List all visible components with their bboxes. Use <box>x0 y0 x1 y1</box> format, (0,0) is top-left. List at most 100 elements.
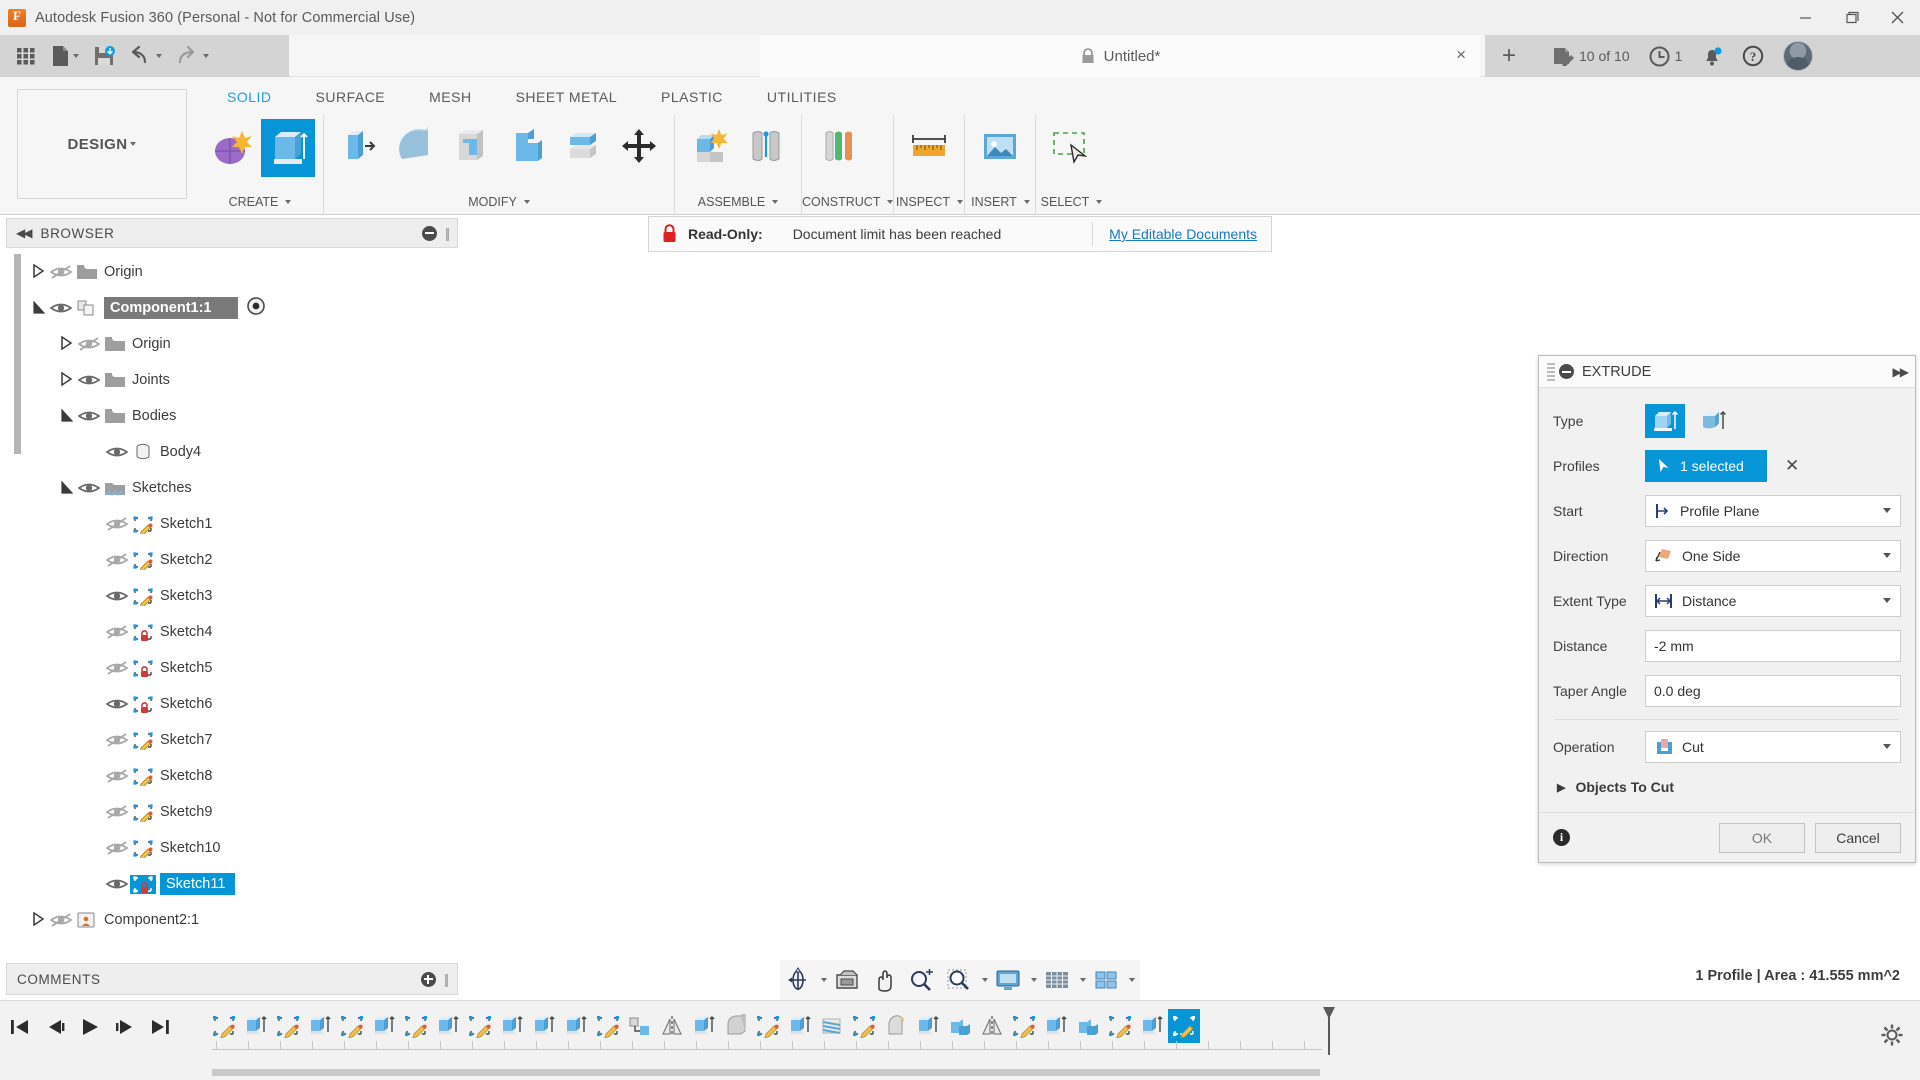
tab-surface[interactable]: SURFACE <box>294 83 408 111</box>
visibility-off-icon[interactable] <box>48 264 74 280</box>
browser-node-joints[interactable]: Joints <box>6 362 316 398</box>
timeline-feature-mirror[interactable] <box>976 1009 1008 1043</box>
timeline-feature-sketch[interactable] <box>1008 1009 1040 1043</box>
tree-expander-collapsed-icon[interactable] <box>28 263 48 281</box>
timeline-feature-mirror[interactable] <box>656 1009 688 1043</box>
create-sketch-icon[interactable] <box>205 119 259 177</box>
browser-node-sketch2[interactable]: Sketch2 <box>6 542 316 578</box>
timeline-feature-extrude[interactable] <box>496 1009 528 1043</box>
browser-node-sketches[interactable]: Sketches <box>6 470 316 506</box>
pan-icon[interactable] <box>867 962 901 998</box>
visibility-off-icon[interactable] <box>104 840 130 856</box>
tab-solid[interactable]: SOLID <box>205 83 294 111</box>
visibility-off-icon[interactable] <box>48 912 74 928</box>
visibility-off-icon[interactable] <box>104 732 130 748</box>
dimension-input-box[interactable]: ••• <box>642 694 851 726</box>
visibility-off-icon[interactable] <box>104 516 130 532</box>
browser-node-sketch7[interactable]: Sketch7 <box>6 722 316 758</box>
activate-component-radio[interactable] <box>246 296 266 320</box>
timeline-go-to-end-button[interactable] <box>148 1015 172 1044</box>
tab-utilities[interactable]: UTILITIES <box>745 83 859 111</box>
timeline-feature-sketch[interactable] <box>848 1009 880 1043</box>
visibility-off-icon[interactable] <box>104 768 130 784</box>
timeline-settings-gear-icon[interactable] <box>1880 1023 1904 1052</box>
timeline-feature-extrude[interactable] <box>432 1009 464 1043</box>
document-tab-close-button[interactable]: × <box>1456 46 1466 64</box>
visibility-on-icon[interactable] <box>48 300 74 316</box>
undo-button[interactable] <box>123 39 168 73</box>
type-profile-button[interactable] <box>1645 403 1685 438</box>
operation-dropdown[interactable]: Cut <box>1645 730 1901 763</box>
timeline-feature-sketch[interactable] <box>1104 1009 1136 1043</box>
visibility-off-icon[interactable] <box>104 552 130 568</box>
fillet-icon[interactable] <box>388 119 442 177</box>
file-menu-button[interactable] <box>45 39 85 73</box>
info-icon[interactable]: i <box>1553 829 1570 846</box>
taper-angle-field[interactable]: 0.0 deg <box>1645 674 1901 707</box>
browser-node-sketch1[interactable]: Sketch1 <box>6 506 316 542</box>
minimize-button[interactable] <box>1782 0 1828 35</box>
document-tab[interactable]: Untitled* × <box>760 35 1480 77</box>
browser-node-origin[interactable]: Origin <box>6 326 316 362</box>
extrude-direction-arrow[interactable] <box>440 615 486 685</box>
my-editable-documents-link[interactable]: My Editable Documents <box>1109 226 1257 242</box>
timeline-feature-extrude[interactable] <box>560 1009 592 1043</box>
dialog-collapse-icon[interactable] <box>1559 364 1574 379</box>
objects-to-cut-section[interactable]: ▶ Objects To Cut <box>1553 769 1901 795</box>
editable-documents-indicator[interactable]: 10 of 10 <box>1545 46 1637 66</box>
panel-construct-label[interactable]: CONSTRUCT <box>802 195 894 215</box>
browser-node-body4[interactable]: Body4 <box>6 434 316 470</box>
timeline-feature-joint[interactable] <box>624 1009 656 1043</box>
dimension-input[interactable] <box>645 697 846 723</box>
browser-node-component1-1[interactable]: Component1:1 <box>6 290 316 326</box>
panel-select-label[interactable]: SELECT <box>1036 195 1106 215</box>
browser-node-sketch10[interactable]: Sketch10 <box>6 830 316 866</box>
panel-modify-label[interactable]: MODIFY <box>324 195 674 215</box>
direction-dropdown[interactable]: One Side <box>1645 539 1901 572</box>
timeline-feature-extrude[interactable] <box>368 1009 400 1043</box>
browser-node-sketch4[interactable]: Sketch4 <box>6 614 316 650</box>
dimension-options-button[interactable]: • • • <box>846 695 851 724</box>
timeline-feature-extrude[interactable] <box>1040 1009 1072 1043</box>
tab-sheet-metal[interactable]: SHEET METAL <box>494 83 639 111</box>
browser-node-component2-1[interactable]: Component2:1 <box>6 902 316 938</box>
timeline-feature-extrude[interactable] <box>912 1009 944 1043</box>
tree-expander-collapsed-icon[interactable] <box>56 335 76 353</box>
browser-node-sketch3[interactable]: Sketch3 <box>6 578 316 614</box>
timeline-feature-sketch[interactable] <box>592 1009 624 1043</box>
insert-image-icon[interactable] <box>973 119 1027 177</box>
draft-icon[interactable] <box>500 119 554 177</box>
dialog-expand-icon[interactable]: ▶▶ <box>1893 365 1910 379</box>
panel-create-label[interactable]: CREATE <box>197 195 323 215</box>
zoom-icon[interactable] <box>903 962 939 998</box>
profiles-selection-button[interactable]: 1 selected <box>1645 449 1767 482</box>
timeline-play-button[interactable] <box>78 1015 102 1044</box>
recent-activity-indicator[interactable]: 1 <box>1642 46 1690 67</box>
look-at-icon[interactable] <box>829 962 865 998</box>
browser-resize-grip[interactable]: || <box>445 226 450 241</box>
joint-icon[interactable] <box>739 119 793 177</box>
split-body-icon[interactable] <box>556 119 610 177</box>
type-tapered-button[interactable] <box>1693 404 1733 438</box>
move-copy-icon[interactable] <box>612 119 666 177</box>
browser-collapse-button[interactable]: ◀◀ <box>16 226 33 240</box>
select-icon[interactable] <box>1044 119 1098 177</box>
extrude-icon[interactable] <box>261 119 315 177</box>
tree-expander-expanded-icon[interactable] <box>56 479 76 497</box>
comments-panel-header[interactable]: COMMENTS || <box>6 963 458 995</box>
timeline-scrollbar[interactable] <box>212 1069 1320 1076</box>
browser-node-bodies[interactable]: Bodies <box>6 398 316 434</box>
redo-button[interactable] <box>170 39 215 73</box>
shell-icon[interactable] <box>444 119 498 177</box>
timeline-feature-sketch[interactable] <box>336 1009 368 1043</box>
help-button[interactable]: ? <box>1735 45 1771 67</box>
display-settings-icon[interactable] <box>990 962 1026 998</box>
chevron-down-icon[interactable] <box>1031 978 1037 982</box>
timeline-feature-extrude[interactable] <box>304 1009 336 1043</box>
visibility-off-icon[interactable] <box>76 336 102 352</box>
offset-plane-icon[interactable] <box>810 119 864 177</box>
browser-node-origin[interactable]: Origin <box>6 254 316 290</box>
profiles-clear-button[interactable]: ✕ <box>1785 456 1799 476</box>
timeline-feature-thread[interactable] <box>816 1009 848 1043</box>
new-document-tab-button[interactable]: + <box>1485 35 1533 77</box>
